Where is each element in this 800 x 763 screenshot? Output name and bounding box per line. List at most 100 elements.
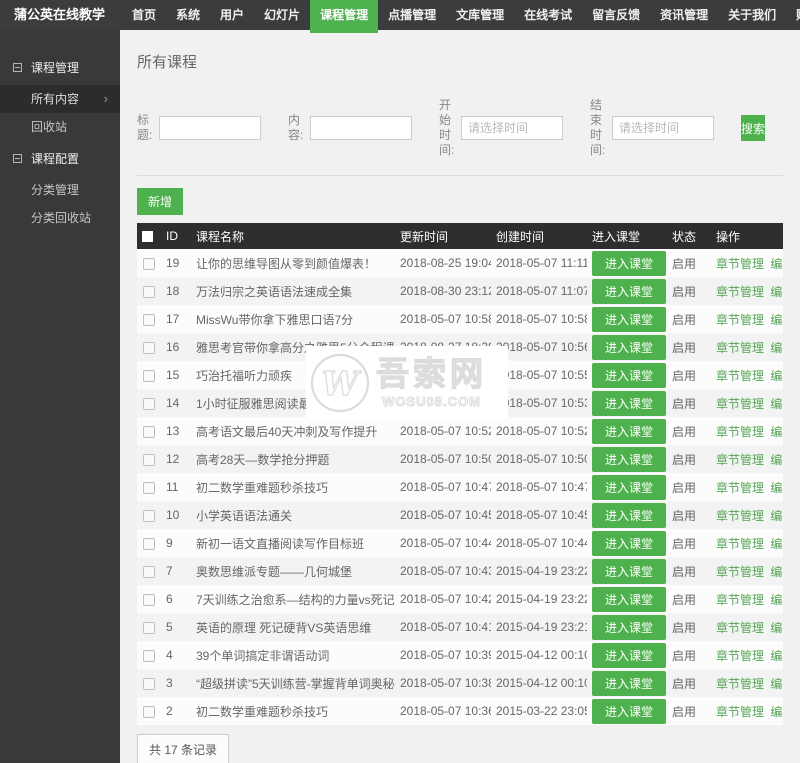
enter-class-button[interactable]: 进入课堂	[592, 390, 667, 416]
nav-item-online-exam[interactable]: 在线考试	[514, 0, 582, 30]
enter-class-button[interactable]: 进入课堂	[592, 586, 667, 612]
enter-class-button[interactable]: 进入课堂	[592, 362, 667, 388]
enter-class-button[interactable]: 进入课堂	[592, 502, 667, 528]
enter-class-button[interactable]: 进入课堂	[592, 614, 667, 640]
chapter-manage-link[interactable]: 章节管理	[716, 341, 764, 355]
row-checkbox[interactable]	[143, 621, 155, 634]
chapter-manage-link[interactable]: 章节管理	[716, 285, 764, 299]
edit-link[interactable]: 编辑	[770, 677, 783, 691]
nav-item-about-us[interactable]: 关于我们	[718, 0, 786, 30]
nav-item-news-mgmt[interactable]: 资讯管理	[650, 0, 718, 30]
select-all-checkbox[interactable]	[142, 231, 153, 243]
sidebar-item-category-mgmt[interactable]: 分类管理	[0, 176, 120, 204]
chapter-manage-link[interactable]: 章节管理	[716, 397, 764, 411]
edit-link[interactable]: 编辑	[770, 397, 783, 411]
add-button[interactable]: 新增	[137, 188, 184, 215]
edit-link[interactable]: 编辑	[770, 705, 783, 719]
row-checkbox[interactable]	[143, 453, 155, 466]
row-checkbox[interactable]	[143, 341, 155, 354]
table-row: 6 7天训练之治愈系—结构的力量vs死记硬背 2018-05-07 10:42 …	[137, 585, 783, 613]
nav-item-course-mgmt[interactable]: 课程管理	[310, 0, 379, 33]
edit-link[interactable]: 编辑	[770, 509, 783, 523]
chapter-manage-link[interactable]: 章节管理	[716, 313, 764, 327]
enter-class-button[interactable]: 进入课堂	[592, 474, 667, 500]
enter-class-button[interactable]: 进入课堂	[592, 250, 667, 276]
sidebar-item-all-content[interactable]: 所有内容 ›	[0, 85, 120, 113]
search-button[interactable]: 搜索	[741, 115, 765, 141]
row-checkbox[interactable]	[143, 565, 155, 578]
title-filter-input[interactable]	[159, 116, 261, 140]
created-time: 2015-04-19 23:22	[496, 564, 587, 578]
nav-item-slides[interactable]: 幻灯片	[254, 0, 310, 30]
chapter-manage-link[interactable]: 章节管理	[716, 257, 764, 271]
chapter-manage-link[interactable]: 章节管理	[716, 481, 764, 495]
updated-time: 2018-05-07 10:36	[400, 704, 491, 718]
nav-item-feedback[interactable]: 留言反馈	[582, 0, 650, 30]
enter-class-button[interactable]: 进入课堂	[592, 334, 667, 360]
nav-item-vod-mgmt[interactable]: 点播管理	[378, 0, 446, 30]
enter-class-button[interactable]: 进入课堂	[592, 530, 667, 556]
enter-class-button[interactable]: 进入课堂	[592, 670, 667, 696]
row-checkbox[interactable]	[143, 537, 155, 550]
edit-link[interactable]: 编辑	[770, 425, 783, 439]
sidebar-item-recycle[interactable]: 回收站	[0, 113, 120, 141]
row-checkbox[interactable]	[143, 313, 155, 326]
enter-class-button[interactable]: 进入课堂	[592, 418, 667, 444]
edit-link[interactable]: 编辑	[770, 621, 783, 635]
edit-link[interactable]: 编辑	[770, 369, 783, 383]
chapter-manage-link[interactable]: 章节管理	[716, 677, 764, 691]
row-checkbox[interactable]	[143, 481, 155, 494]
row-checkbox[interactable]	[143, 369, 155, 382]
chapter-manage-link[interactable]: 章节管理	[716, 453, 764, 467]
row-checkbox[interactable]	[143, 257, 155, 270]
chapter-manage-link[interactable]: 章节管理	[716, 425, 764, 439]
edit-link[interactable]: 编辑	[770, 341, 783, 355]
row-checkbox[interactable]	[143, 705, 155, 718]
chapter-manage-link[interactable]: 章节管理	[716, 369, 764, 383]
row-checkbox[interactable]	[143, 285, 155, 298]
chapter-manage-link[interactable]: 章节管理	[716, 509, 764, 523]
edit-link[interactable]: 编辑	[770, 285, 783, 299]
status-label: 启用	[672, 452, 697, 467]
start-time-input[interactable]	[461, 116, 563, 140]
sidebar-section-header[interactable]: 课程管理	[0, 50, 120, 85]
row-checkbox[interactable]	[143, 649, 155, 662]
content-filter-input[interactable]	[310, 116, 412, 140]
app-logo[interactable]: 蒲公英在线教学	[0, 0, 122, 30]
enter-class-button[interactable]: 进入课堂	[592, 558, 667, 584]
row-checkbox[interactable]	[143, 509, 155, 522]
row-checkbox[interactable]	[143, 593, 155, 606]
enter-class-button[interactable]: 进入课堂	[592, 698, 667, 724]
nav-item-system[interactable]: 系统	[166, 0, 210, 30]
enter-class-button[interactable]: 进入课堂	[592, 278, 667, 304]
enter-class-button[interactable]: 进入课堂	[592, 306, 667, 332]
chapter-manage-link[interactable]: 章节管理	[716, 705, 764, 719]
table-row: 10 小学英语语法通关 2018-05-07 10:45 2018-05-07 …	[137, 501, 783, 529]
row-checkbox[interactable]	[143, 397, 155, 410]
sidebar-section-header[interactable]: 课程配置	[0, 141, 120, 176]
nav-item-users[interactable]: 用户	[210, 0, 254, 30]
edit-link[interactable]: 编辑	[770, 481, 783, 495]
enter-class-button[interactable]: 进入课堂	[592, 642, 667, 668]
edit-link[interactable]: 编辑	[770, 453, 783, 467]
edit-link[interactable]: 编辑	[770, 257, 783, 271]
chapter-manage-link[interactable]: 章节管理	[716, 593, 764, 607]
nav-item-finance-mgmt[interactable]: 财务管理	[786, 0, 800, 30]
edit-link[interactable]: 编辑	[770, 649, 783, 663]
edit-link[interactable]: 编辑	[770, 313, 783, 327]
row-checkbox[interactable]	[143, 425, 155, 438]
chapter-manage-link[interactable]: 章节管理	[716, 649, 764, 663]
edit-link[interactable]: 编辑	[770, 537, 783, 551]
chapter-manage-link[interactable]: 章节管理	[716, 621, 764, 635]
end-time-input[interactable]	[612, 116, 714, 140]
chapter-manage-link[interactable]: 章节管理	[716, 537, 764, 551]
chapter-manage-link[interactable]: 章节管理	[716, 565, 764, 579]
nav-item-home[interactable]: 首页	[122, 0, 166, 30]
filter-bar: 标题: 内容: 开始时间: 结束时间: 搜索	[137, 98, 783, 158]
row-checkbox[interactable]	[143, 677, 155, 690]
enter-class-button[interactable]: 进入课堂	[592, 446, 667, 472]
nav-item-library-mgmt[interactable]: 文库管理	[446, 0, 514, 30]
edit-link[interactable]: 编辑	[770, 565, 783, 579]
sidebar-item-category-recycle[interactable]: 分类回收站	[0, 204, 120, 232]
edit-link[interactable]: 编辑	[770, 593, 783, 607]
